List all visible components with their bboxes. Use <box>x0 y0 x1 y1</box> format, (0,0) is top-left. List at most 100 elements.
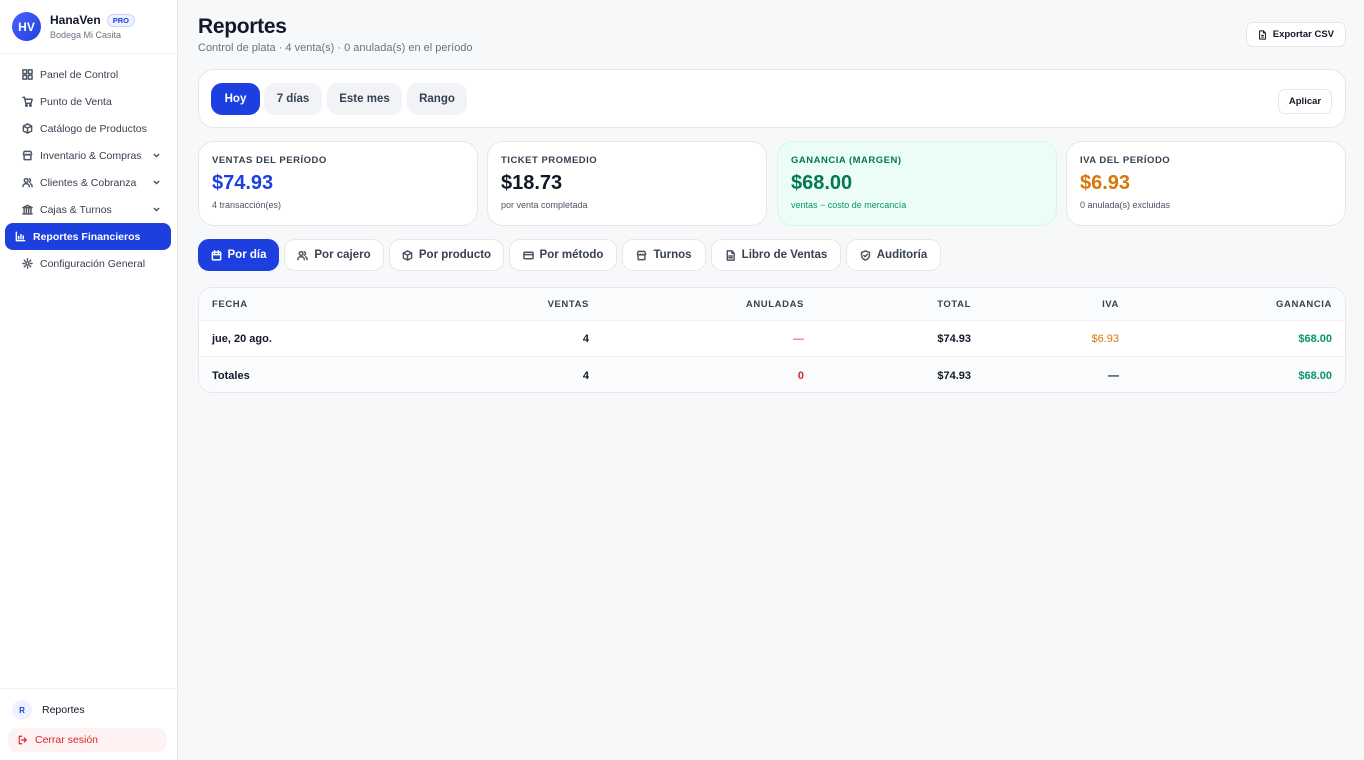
tab-libro-de-ventas[interactable]: Libro de Ventas <box>711 239 841 271</box>
sidebar-item-catalogo[interactable]: Catálogo de Productos <box>6 115 171 142</box>
chevron-down-icon <box>153 207 160 212</box>
column-header-anuladas: ANULADAS <box>745 298 804 310</box>
stat-note: ventas − costo de mercancía <box>791 200 907 210</box>
cart-icon <box>22 96 33 107</box>
box-icon <box>402 249 413 261</box>
tab-label: Por producto <box>418 249 492 261</box>
sidebar: HV HanaVen PRO Bodega Mi Casita Panel de… <box>0 0 178 760</box>
sidebar-item-punto-de-venta[interactable]: Punto de Venta <box>6 88 171 115</box>
sidebar-item-label: Reportes Financieros <box>33 230 141 243</box>
cell-ganancia: $68.00 <box>1298 332 1332 345</box>
cell-ventas: 4 <box>582 332 589 345</box>
sidebar-item-inventario[interactable]: Inventario & Compras <box>6 142 171 169</box>
box-icon <box>22 123 33 134</box>
grid-icon <box>22 69 33 80</box>
users-icon <box>22 177 33 188</box>
export-csv-label: Exportar CSV <box>1272 29 1334 40</box>
bar-chart-icon <box>15 231 26 242</box>
chevron-down-icon <box>153 153 160 158</box>
cell-anuladas: — <box>793 332 804 345</box>
sidebar-nav: Panel de Control Punto de Venta Catálogo… <box>0 54 177 277</box>
sidebar-item-clientes[interactable]: Clientes & Cobranza <box>6 169 171 196</box>
period-option-7-dias[interactable]: 7 días <box>264 83 322 115</box>
column-header-fecha: FECHA <box>212 298 248 310</box>
sidebar-item-label: Panel de Control <box>40 68 119 81</box>
column-header-ventas: VENTAS <box>547 298 589 310</box>
tab-label: Por método <box>539 249 604 261</box>
cell-total-ventas: 4 <box>582 369 589 382</box>
store-icon <box>22 150 33 161</box>
table-row: jue, 20 ago. 4 — $74.93 $6.93 $68.00 <box>199 321 1345 357</box>
tab-auditoria[interactable]: Auditoría <box>846 239 941 271</box>
chevron-down-icon <box>153 180 160 185</box>
store-name: Bodega Mi Casita <box>50 30 122 40</box>
sidebar-item-label: Punto de Venta <box>40 95 112 108</box>
sidebar-item-label: Clientes & Cobranza <box>40 176 137 189</box>
sidebar-footer: R Reportes Cerrar sesión <box>0 688 177 760</box>
column-header-iva: IVA <box>1102 298 1119 310</box>
brand: HV HanaVen PRO Bodega Mi Casita <box>0 0 177 54</box>
column-header-ganancia: GANANCIA <box>1276 298 1332 310</box>
cell-iva: $6.93 <box>1091 332 1119 345</box>
store-icon <box>637 250 647 260</box>
sidebar-item-reportes[interactable]: Reportes Financieros <box>5 223 171 250</box>
brand-avatar: HV <box>12 12 41 41</box>
stat-value: $18.73 <box>501 172 563 194</box>
document-icon <box>726 249 735 261</box>
sidebar-item-configuracion[interactable]: Configuración General <box>6 250 171 277</box>
tab-label: Por cajero <box>314 249 371 261</box>
sidebar-item-label: Configuración General <box>40 257 146 270</box>
logout-icon <box>18 735 27 745</box>
shield-icon <box>860 249 870 261</box>
tab-label: Turnos <box>653 249 692 261</box>
cell-total: $74.93 <box>937 332 971 345</box>
stat-value: $74.93 <box>212 172 274 194</box>
tab-por-metodo[interactable]: Por método <box>509 239 617 271</box>
cell-total-ganancia: $68.00 <box>1298 369 1332 382</box>
stat-card-ganancia: GANANCIA (MARGEN) $68.00 ventas − costo … <box>777 141 1057 226</box>
cell-total-anuladas: 0 <box>797 369 804 382</box>
document-icon <box>1258 29 1266 40</box>
logout-button[interactable]: Cerrar sesión <box>8 728 167 752</box>
tab-label: Por día <box>227 249 267 261</box>
page-title: Reportes <box>198 15 287 38</box>
stat-note: 0 anulada(s) excluidas <box>1080 200 1171 210</box>
sidebar-item-label: Cajas & Turnos <box>40 203 112 216</box>
stat-label: VENTAS DEL PERÍODO <box>212 155 327 166</box>
stat-label: GANANCIA (MARGEN) <box>791 155 902 166</box>
stat-label: IVA DEL PERÍODO <box>1080 155 1171 166</box>
sidebar-item-panel-de-control[interactable]: Panel de Control <box>6 61 171 88</box>
sidebar-item-label: Inventario & Compras <box>40 149 142 162</box>
apply-button[interactable]: Aplicar <box>1278 89 1332 114</box>
avatar: R <box>12 700 32 720</box>
period-option-este-mes[interactable]: Este mes <box>327 83 402 115</box>
sidebar-item-label: Catálogo de Productos <box>40 122 147 135</box>
stat-value: $68.00 <box>791 172 853 194</box>
stat-note: 4 transacción(es) <box>212 200 282 210</box>
cell-fecha: jue, 20 ago. <box>212 332 272 345</box>
period-option-rango[interactable]: Rango <box>407 83 467 115</box>
tab-por-producto[interactable]: Por producto <box>389 239 504 271</box>
tab-label: Auditoría <box>876 249 928 261</box>
sidebar-item-cajas[interactable]: Cajas & Turnos <box>6 196 171 223</box>
cell-totales-label: Totales <box>212 369 250 382</box>
cell-total-total: $74.93 <box>937 369 971 382</box>
stat-card-ventas: VENTAS DEL PERÍODO $74.93 4 transacción(… <box>198 141 478 226</box>
period-option-hoy[interactable]: Hoy <box>211 83 260 115</box>
tab-por-dia[interactable]: Por día <box>198 239 279 271</box>
users-icon <box>297 250 309 260</box>
bank-icon <box>22 204 33 215</box>
user-name: Reportes <box>42 704 85 716</box>
pro-badge: PRO <box>106 13 135 27</box>
report-table: FECHA VENTAS ANULADAS TOTAL IVA GANANCIA… <box>198 287 1346 393</box>
tab-turnos[interactable]: Turnos <box>622 239 706 271</box>
brand-name: HanaVen <box>50 13 101 27</box>
tab-por-cajero[interactable]: Por cajero <box>284 239 384 271</box>
logout-label: Cerrar sesión <box>35 734 99 746</box>
period-filter: Hoy 7 días Este mes Rango Aplicar <box>198 69 1346 128</box>
column-header-total: TOTAL <box>937 298 971 310</box>
table-totals-row: Totales 4 0 $74.93 — $68.00 <box>199 357 1345 392</box>
user-profile[interactable]: R Reportes <box>0 689 177 720</box>
cell-total-iva: — <box>1108 369 1119 382</box>
export-csv-button[interactable]: Exportar CSV <box>1245 22 1346 47</box>
